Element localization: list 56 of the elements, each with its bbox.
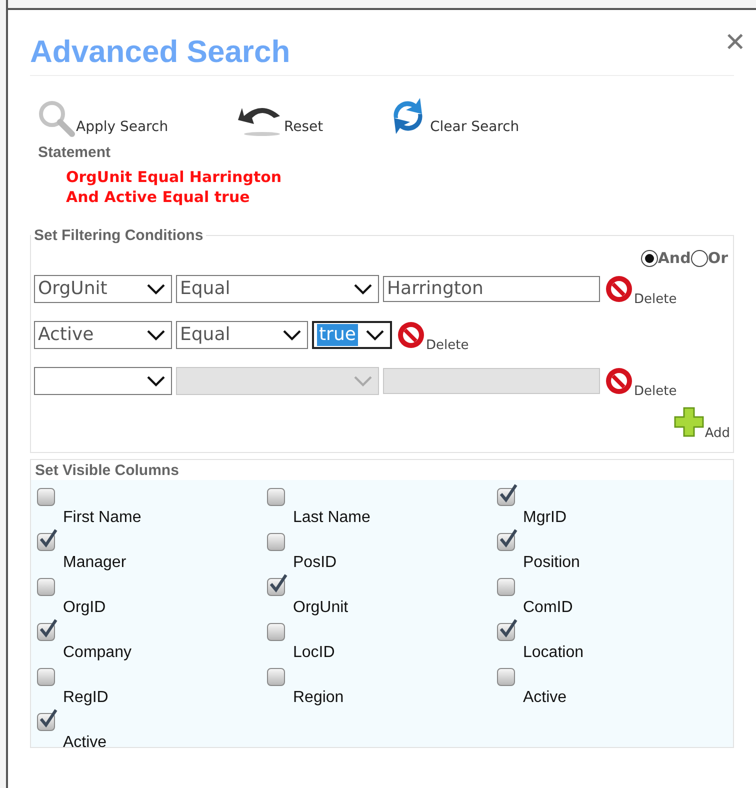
panel-legend: Set Visible Columns [31,460,733,480]
column-checkbox[interactable]: MgrID [497,486,727,530]
close-button[interactable]: ✕ [724,30,746,56]
logic-radio[interactable]: Or [690,247,728,270]
check-icon [268,574,288,594]
toolbar-button[interactable]: Clear Search [386,94,520,138]
column-checkbox[interactable]: RegID [37,666,267,710]
check-icon [38,528,58,548]
column-checkbox[interactable]: Position [497,530,727,576]
add-button[interactable]: Add [672,406,730,438]
statement-label: Statement [38,143,112,163]
statement-text: OrgUnit Equal Harrington [66,166,283,186]
chevron-icon [281,328,303,342]
column-checkbox[interactable]: Location [497,620,727,666]
check-icon [498,528,518,548]
column-checkbox[interactable]: ComID [497,576,727,620]
statement-text: And Active Equal true [66,186,251,206]
dialog-title: Advanced Search [30,36,290,67]
column-checkbox[interactable]: First Name [37,486,267,530]
column-checkbox[interactable]: OrgID [37,576,267,620]
column-checkbox[interactable]: OrgUnit [267,576,497,620]
field-select[interactable]: OrgUnit [34,274,172,302]
no-entry-icon [604,274,634,304]
toolbar-button[interactable]: Reset [236,98,386,138]
chevron-icon [145,374,167,388]
no-entry-icon [396,320,426,350]
chevron-icon [352,282,374,296]
check-icon [38,618,58,638]
field-select[interactable] [34,366,172,394]
value-field[interactable]: Harrington [383,276,600,302]
chevron-icon [352,374,374,388]
field-select[interactable]: Active [34,320,172,348]
plus-icon [672,406,705,438]
chevron-icon [145,328,167,342]
operator-select[interactable]: Equal [176,274,379,302]
column-checkbox[interactable]: PosID [267,530,497,576]
check-icon [38,708,58,728]
no-entry-icon [604,366,634,396]
delete-button[interactable]: Delete [604,274,677,304]
column-checkbox[interactable]: LocID [267,620,497,666]
column-checkbox[interactable]: Company [37,620,267,666]
column-checkbox[interactable]: Active [37,710,267,756]
column-checkbox[interactable]: Manager [37,530,267,576]
panel-legend: Set Filtering Conditions [31,224,206,247]
column-checkbox[interactable]: Active [497,666,727,710]
check-icon [498,484,518,504]
logic-radio[interactable]: And [640,247,691,270]
delete-button[interactable]: Delete [396,320,469,350]
toolbar-button[interactable]: Apply Search [36,98,236,138]
column-checkbox[interactable]: Last Name [267,486,497,530]
chevron-icon [145,282,167,296]
operator-select[interactable]: Equal [176,320,308,348]
chevron-icon [364,328,386,342]
check-icon [498,618,518,638]
search-icon [36,98,76,138]
column-checkbox[interactable]: Region [267,666,497,710]
